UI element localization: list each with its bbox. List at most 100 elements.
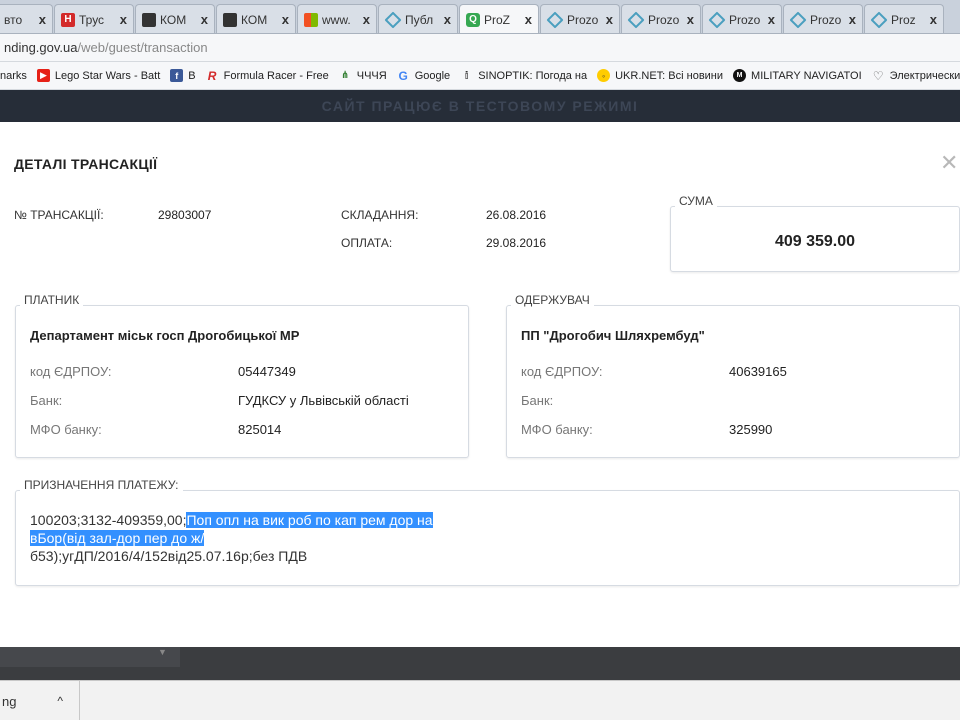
created-date-label: СКЛАДАННЯ: <box>341 208 419 222</box>
tab-close-icon[interactable]: x <box>687 12 694 27</box>
bookmark-label: narks <box>0 69 27 82</box>
browser-tab[interactable]: H Трус x <box>54 4 134 33</box>
tab-close-icon[interactable]: x <box>849 12 856 27</box>
browser-tab[interactable]: КОМ x <box>135 4 215 33</box>
browser-tab[interactable]: Prozo x <box>783 4 863 33</box>
purpose-selected-text-1: Поп опл на вик роб по кап рем дор на <box>186 512 433 528</box>
tab-close-icon[interactable]: x <box>201 12 208 27</box>
payer-name: Департамент міськ госп Дрогобицької МР <box>30 328 300 343</box>
tab-favicon-icon: H <box>61 12 75 27</box>
tab-title: Prozo <box>567 12 599 27</box>
tab-close-icon[interactable]: x <box>120 12 127 27</box>
created-date-value: 26.08.2016 <box>486 208 547 222</box>
sinoptik-icon: 𝕚 <box>464 70 469 82</box>
receiver-name: ПП "Дрогобич Шляхрембуд" <box>521 328 705 343</box>
payer-edrpou-value: 05447349 <box>238 364 296 379</box>
formula-racer-icon: R <box>207 68 217 83</box>
bookmark-item[interactable]: ▶ Lego Star Wars - Batt <box>36 69 161 82</box>
close-icon[interactable]: ✕ <box>940 152 958 174</box>
browser-tab[interactable]: Prozo x <box>540 4 620 33</box>
test-mode-banner: САЙТ ПРАЦЮЄ В ТЕСТОВОМУ РЕЖИМІ <box>0 90 960 122</box>
payer-bank-label: Банк: <box>30 393 63 408</box>
purpose-selected-text-2: вБор(від зал-дор пер до ж/ <box>30 530 205 546</box>
tab-favicon-icon <box>384 11 402 28</box>
payer-bank-value: ГУДКСУ у Львівській області <box>238 393 409 408</box>
tab-title: вто <box>4 12 23 27</box>
browser-tab[interactable]: КОМ x <box>216 4 296 33</box>
payment-purpose-text[interactable]: 100203;3132-409359,00;Поп опл на вик роб… <box>30 511 460 565</box>
browser-tab[interactable]: вто x <box>0 4 53 33</box>
bookmark-label: Lego Star Wars - Batt <box>54 69 161 82</box>
transaction-number-label: № ТРАНСАКЦІЇ: <box>14 208 104 222</box>
bookmark-label: UKR.NET: Всі новини <box>615 69 724 82</box>
tab-close-icon[interactable]: x <box>444 12 451 27</box>
download-item-label: ng <box>2 693 17 709</box>
sum-value: 409 359.00 <box>774 233 856 250</box>
address-bar[interactable]: nding.gov.ua/web/guest/transaction <box>0 34 960 62</box>
tab-title: КОМ <box>160 12 187 27</box>
sum-legend: СУМА <box>675 194 717 208</box>
bookmark-item[interactable]: 𝕚 SINOPTIK: Погода на <box>460 69 587 83</box>
chevron-down-icon: ▼ <box>158 647 167 657</box>
receiver-box: ОДЕРЖУВАЧ ПП "Дрогобич Шляхрембуд" код Є… <box>506 293 960 458</box>
purpose-text-part-2: б53);угДП/2016/4/152від25.07.16р;без ПДВ <box>30 548 308 564</box>
bookmark-item[interactable]: ◦ UKR.NET: Всі новини <box>597 69 723 82</box>
payer-legend: ПЛАТНИК <box>20 293 84 307</box>
tab-title: Трус <box>79 12 105 27</box>
bookmark-item[interactable]: narks <box>0 70 27 82</box>
browser-tab[interactable]: Q ProZ x <box>459 4 539 33</box>
tab-favicon-icon <box>708 11 726 28</box>
receiver-mfo-label: МФО банку: <box>521 422 593 437</box>
tooth-icon: ♡ <box>872 68 884 83</box>
tab-close-icon[interactable]: x <box>930 12 937 27</box>
google-icon: G <box>398 68 408 83</box>
bookmark-label: ЧЧЧЯ <box>356 69 387 82</box>
tab-favicon-icon <box>223 12 237 27</box>
payer-mfo-label: МФО банку: <box>30 422 102 437</box>
bookmark-item[interactable]: fB <box>170 69 196 82</box>
bookmarks-bar: narks ▶ Lego Star Wars - Batt f B R Formula Ra… <box>0 62 960 90</box>
browser-tab[interactable]: Публ x <box>378 4 458 33</box>
tab-close-icon[interactable]: x <box>768 12 775 27</box>
facebook-icon: f <box>170 69 184 82</box>
browser-tab[interactable]: Prozo x <box>621 4 701 33</box>
address-domain: nding.gov.ua <box>4 40 78 55</box>
tab-favicon-icon: Q <box>466 12 480 27</box>
downloads-bar: ng ^ <box>0 680 960 720</box>
bookmark-item[interactable]: ⋔ ЧЧЧЯ <box>339 69 387 82</box>
tab-title: ProZ <box>484 12 511 27</box>
tab-close-icon[interactable]: x <box>39 12 46 27</box>
payment-purpose-legend: ПРИЗНАЧЕННЯ ПЛАТЕЖУ: <box>20 478 183 492</box>
purpose-text-part-1: 100203;3132-409359,00; <box>30 512 187 528</box>
chchchya-icon: ⋔ <box>341 70 350 81</box>
browser-tab[interactable]: Prozo x <box>702 4 782 33</box>
caret-up-icon[interactable]: ^ <box>57 694 63 708</box>
bookmark-item[interactable]: M MILITARY NAVIGATOI <box>733 69 862 82</box>
tab-title: www. <box>322 12 351 27</box>
tab-favicon-icon <box>304 12 318 27</box>
bookmark-item[interactable]: G Google <box>397 68 451 83</box>
paid-date-value: 29.08.2016 <box>486 236 547 250</box>
browser-tab[interactable]: www. x <box>297 4 377 33</box>
payment-purpose-box: ПРИЗНАЧЕННЯ ПЛАТЕЖУ: 100203;3132-409359,… <box>15 478 960 586</box>
payer-mfo-value: 825014 <box>238 422 282 437</box>
bookmark-item[interactable]: ♡ Электрические <box>872 68 960 83</box>
sum-box: СУМА 409 359.00 <box>670 194 960 272</box>
bookmark-item[interactable]: R Formula Racer - Free <box>206 68 329 83</box>
receiver-mfo-value: 325990 <box>729 422 773 437</box>
tab-close-icon[interactable]: x <box>606 12 613 27</box>
tab-favicon-icon <box>546 11 564 28</box>
tab-title: Proz <box>891 12 916 27</box>
bookmark-label: Google <box>414 69 451 82</box>
page-footer-band: ▼ <box>0 647 960 680</box>
browser-tab[interactable]: Proz x <box>864 4 944 33</box>
download-item[interactable]: ng ^ <box>0 681 80 720</box>
tab-favicon-icon <box>627 11 645 28</box>
footer-dropdown[interactable] <box>0 647 180 667</box>
modal-title: ДЕТАЛІ ТРАНСАКЦІЇ <box>14 156 158 172</box>
tab-close-icon[interactable]: x <box>525 12 532 27</box>
tab-close-icon[interactable]: x <box>282 12 289 27</box>
tab-close-icon[interactable]: x <box>363 12 370 27</box>
tab-title: КОМ <box>241 12 268 27</box>
tab-favicon-icon <box>870 11 888 28</box>
